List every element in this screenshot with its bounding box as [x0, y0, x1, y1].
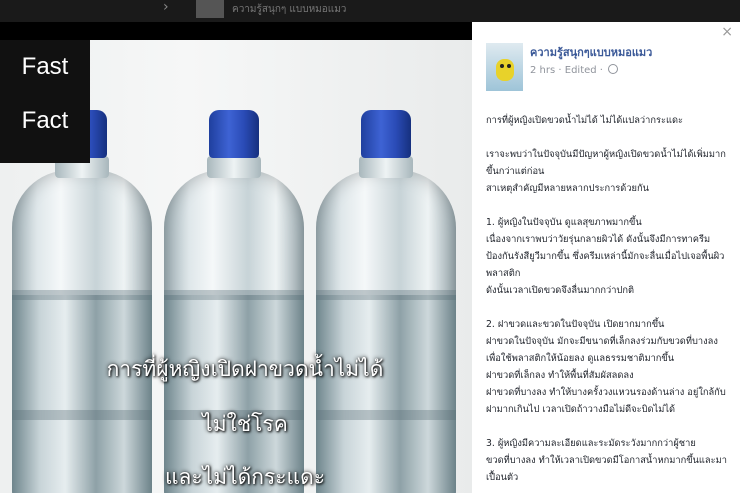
post-paragraph: 2. ฝาขวดและขวดในปัจจุบัน เปิดยากมากขึ้นฝ… — [486, 316, 736, 418]
post-line: 2. ฝาขวดและขวดในปัจจุบัน เปิดยากมากขึ้น — [486, 319, 665, 330]
post-line: ดังนั้นเวลาเปิดขวดจึงลื่นมากกว่าปกติ — [486, 285, 634, 296]
post-paragraph: 3. ผู้หญิงมีความละเอียดและระมัดระวังมากก… — [486, 435, 736, 486]
post-line: เพื่อใช้พลาสติกให้น้อยลง ดูแลธรรมชาติมาก… — [486, 353, 675, 364]
post-line: 3. ผู้หญิงมีความละเอียดและระมัดระวังมากก… — [486, 438, 696, 449]
post-meta: 2 hrs · Edited · — [530, 64, 619, 76]
post-line: เปื้อนตัว — [486, 472, 519, 483]
top-bar: › ความรู้สนุกๆ แบบหมอแมว — [0, 0, 740, 22]
post-line: การที่ผู้หญิงเปิดขวดน้ำไม่ได้ ไม่ได้แปลว… — [486, 115, 683, 126]
post-line: ขวดที่บางลง ทำให้เวลาเปิดขวดมีโอกาสน้ำหก… — [486, 455, 727, 466]
post-line: ฝาขวดในปัจจุบัน มักจะมีขนาดที่เล็กลงร่วม… — [486, 336, 718, 347]
post-line: พลาสติก — [486, 268, 521, 279]
post-side-panel: × ความรู้สนุกๆแบบหมอแมว 2 hrs · Edited ·… — [472, 22, 740, 493]
edited-label[interactable]: Edited — [565, 65, 597, 76]
post-time[interactable]: 2 hrs — [530, 65, 555, 76]
cap — [361, 110, 411, 158]
post-paragraph: 1. ผู้หญิงในปัจจุบัน ดูแลสุขภาพมากขึ้นเน… — [486, 214, 736, 299]
chevron-right-icon[interactable]: › — [163, 0, 169, 15]
caption-line-1: การที่ผู้หญิงเปิดฝาขวดน้ำไม่ได้ — [106, 357, 384, 381]
globe-icon[interactable] — [608, 64, 619, 74]
post-line: 1. ผู้หญิงในปัจจุบัน ดูแลสุขภาพมากขึ้น — [486, 217, 642, 228]
post-line: เราจะพบว่าในปัจจุบันมีปัญหาผู้หญิงเปิดขว… — [486, 149, 726, 160]
fast-fact-badge: Fast Fact — [0, 40, 90, 163]
post-line: สาเหตุสำคัญมีหลายหลากประการด้วยกัน — [486, 183, 649, 194]
badge-line-2: Fact — [21, 107, 69, 134]
cap — [209, 110, 259, 158]
post-line: ฝาขวดที่เล็กลง ทำให้พื้นที่สัมผัสลดลง — [486, 370, 634, 381]
bottle-left — [12, 110, 152, 493]
post-line: ขึ้นกว่าแต่ก่อน — [486, 166, 545, 177]
post-text: การที่ผู้หญิงเปิดขวดน้ำไม่ได้ ไม่ได้แปลว… — [486, 112, 736, 493]
page-avatar[interactable] — [486, 43, 523, 91]
bottle-right — [316, 110, 456, 493]
caption-line-2: ไม่ใช่โรค — [202, 412, 288, 436]
close-icon[interactable]: × — [721, 24, 733, 40]
badge-line-1: Fast — [21, 53, 69, 80]
post-paragraph: การที่ผู้หญิงเปิดขวดน้ำไม่ได้ ไม่ได้แปลว… — [486, 112, 736, 129]
caption-line-3: และไม่ได้กระแดะ — [164, 465, 325, 489]
post-line: ป้องกันรังสียูวีมากขึ้น ซึ่งครีมเหล่านี้… — [486, 251, 725, 262]
previous-thumbnail[interactable] — [196, 0, 224, 18]
post-line: ฝามากเกินไป เวลาเปิดถ้าวางมือไม่ดีจะบิดไ… — [486, 404, 676, 415]
top-crumb: ความรู้สนุกๆ แบบหมอแมว — [232, 4, 347, 15]
post-line: เนื่องจากเราพบว่าวัยรุ่นกลายผิวได้ ดังนั… — [486, 234, 711, 245]
post-line: ฝาขวดที่บางลง ทำให้บางครั้งวงแหวนรองด้าน… — [486, 387, 726, 398]
page-name-link[interactable]: ความรู้สนุกๆแบบหมอแมว — [530, 43, 652, 61]
bottle-middle — [164, 110, 304, 493]
post-paragraph: เราจะพบว่าในปัจจุบันมีปัญหาผู้หญิงเปิดขว… — [486, 146, 736, 197]
